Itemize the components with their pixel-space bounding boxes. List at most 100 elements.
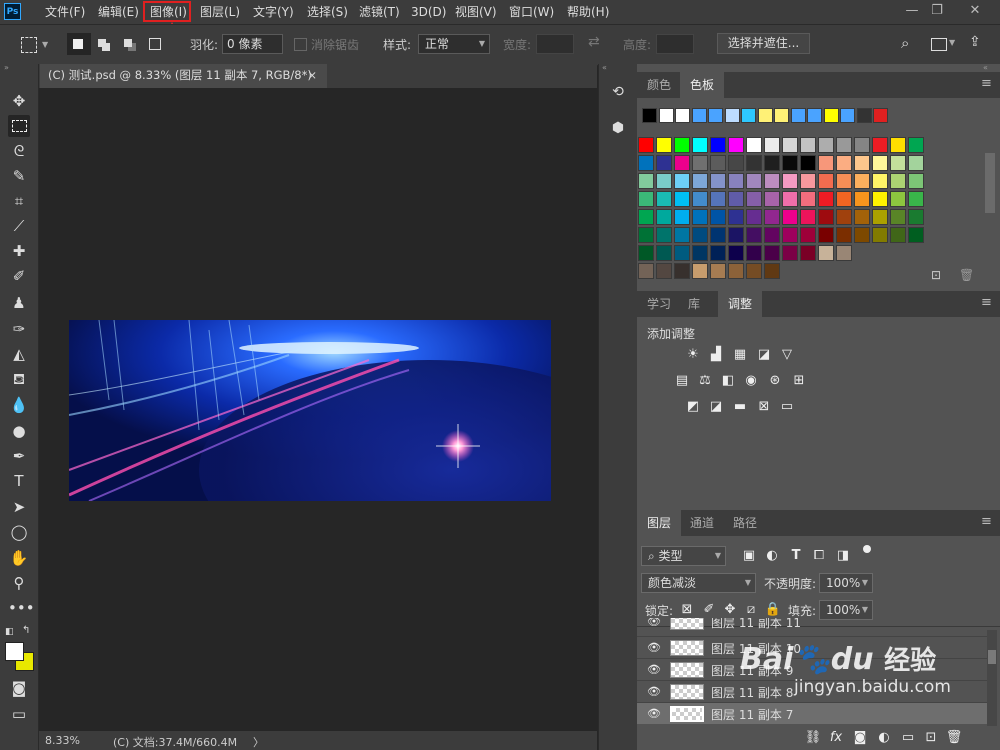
- color-swatch[interactable]: [818, 209, 834, 225]
- color-swatch[interactable]: [674, 191, 690, 207]
- color-swatch[interactable]: [638, 173, 654, 189]
- blend-mode-select[interactable]: 颜色减淡 ▼: [641, 573, 756, 593]
- opacity-input[interactable]: 100% ▼: [819, 573, 873, 593]
- move-tool-icon[interactable]: ✥: [8, 90, 30, 112]
- color-swatch[interactable]: [890, 209, 906, 225]
- height-input[interactable]: [656, 34, 694, 54]
- color-swatch[interactable]: [710, 245, 726, 261]
- filter-toggle-icon[interactable]: [863, 545, 871, 553]
- photo-filter-icon[interactable]: ◉: [742, 373, 760, 389]
- color-swatch[interactable]: [872, 191, 888, 207]
- lock-position-icon[interactable]: ✥: [721, 602, 739, 618]
- add-mask-icon[interactable]: ◙: [851, 730, 869, 746]
- color-swatch[interactable]: [638, 263, 654, 279]
- eye-icon[interactable]: 👁: [647, 663, 661, 677]
- paint-bucket-tool-icon[interactable]: ⛾: [8, 368, 30, 390]
- color-swatch[interactable]: [836, 191, 852, 207]
- tab-adjustments[interactable]: 调整: [718, 291, 763, 317]
- color-swatch[interactable]: [890, 137, 906, 153]
- menu-window[interactable]: 窗口(W): [509, 0, 554, 24]
- recent-swatch[interactable]: [642, 108, 657, 123]
- link-layers-icon[interactable]: ⛓: [804, 730, 822, 746]
- color-swatch[interactable]: [908, 209, 924, 225]
- recent-swatch[interactable]: [790, 108, 806, 123]
- color-swatch[interactable]: [890, 227, 906, 243]
- color-swatch[interactable]: [728, 137, 744, 153]
- default-colors-icon[interactable]: ◧: [5, 627, 14, 637]
- color-swatch[interactable]: [782, 209, 798, 225]
- add-selection-icon[interactable]: [98, 39, 106, 47]
- menu-edit[interactable]: 编辑(E): [98, 0, 139, 24]
- color-swatch[interactable]: [656, 155, 672, 171]
- antialias-checkbox[interactable]: [294, 38, 307, 51]
- collapse-icon[interactable]: «: [602, 63, 607, 72]
- color-swatch[interactable]: [818, 173, 834, 189]
- tab-paths[interactable]: 路径: [723, 510, 767, 536]
- color-swatch[interactable]: [674, 137, 690, 153]
- color-swatch[interactable]: [674, 209, 690, 225]
- color-swatch[interactable]: [908, 227, 924, 243]
- panel-menu-icon[interactable]: ≡: [981, 76, 992, 91]
- select-and-mask-button[interactable]: 选择并遮住...: [717, 33, 810, 54]
- rect-marquee-tool-icon[interactable]: [8, 115, 30, 137]
- new-adjustment-layer-icon[interactable]: ◐: [875, 730, 893, 746]
- lock-all-icon[interactable]: 🔒: [764, 602, 782, 618]
- filter-adjustment-icon[interactable]: ◐: [763, 548, 781, 564]
- new-selection-button[interactable]: [67, 33, 91, 55]
- recent-swatch[interactable]: [675, 108, 690, 123]
- recent-swatch[interactable]: [774, 108, 789, 123]
- eye-icon[interactable]: 👁: [647, 685, 661, 699]
- workspace-icon[interactable]: [931, 38, 947, 51]
- threshold-icon[interactable]: ▬: [731, 399, 749, 415]
- swatches-scrollbar[interactable]: [985, 153, 995, 213]
- collapse-icon[interactable]: »: [4, 63, 9, 72]
- color-swatch[interactable]: [890, 191, 906, 207]
- hand-tool-icon[interactable]: ✋: [8, 547, 30, 569]
- swap-colors-icon[interactable]: ↰: [22, 625, 30, 636]
- color-swatch[interactable]: [800, 245, 816, 261]
- color-swatch[interactable]: [638, 209, 654, 225]
- color-swatch[interactable]: [674, 173, 690, 189]
- color-swatch[interactable]: [746, 245, 762, 261]
- color-swatch[interactable]: [764, 227, 780, 243]
- recent-swatch[interactable]: [708, 108, 723, 123]
- lock-artboard-icon[interactable]: ⧄: [742, 602, 760, 618]
- recent-swatch[interactable]: [691, 108, 707, 123]
- gradient-map-icon[interactable]: ▭: [778, 399, 796, 415]
- color-swatch[interactable]: [764, 245, 780, 261]
- color-swatch[interactable]: [692, 209, 708, 225]
- color-swatch[interactable]: [890, 155, 906, 171]
- menu-filter[interactable]: 滤镜(T): [359, 0, 400, 24]
- color-swatch[interactable]: [764, 155, 780, 171]
- delete-layer-icon[interactable]: 🗑: [945, 730, 963, 746]
- clone-stamp-tool-icon[interactable]: ♟: [8, 292, 30, 314]
- color-swatch[interactable]: [854, 155, 870, 171]
- subtract-selection-icon[interactable]: [124, 39, 132, 47]
- recent-swatch[interactable]: [856, 108, 872, 123]
- color-swatch[interactable]: [800, 155, 816, 171]
- black-white-icon[interactable]: ◧: [719, 373, 737, 389]
- color-swatch[interactable]: [728, 191, 744, 207]
- recent-swatch[interactable]: [840, 108, 855, 123]
- color-swatch[interactable]: [728, 245, 744, 261]
- dodge-tool-icon[interactable]: ●: [8, 420, 30, 442]
- hue-saturation-icon[interactable]: ▤: [673, 373, 691, 389]
- color-swatch[interactable]: [728, 263, 744, 279]
- levels-icon[interactable]: ▟: [707, 347, 725, 363]
- color-swatch[interactable]: [782, 137, 798, 153]
- color-swatch[interactable]: [800, 191, 816, 207]
- color-swatch[interactable]: [890, 173, 906, 189]
- chevron-down-icon[interactable]: ▼: [42, 40, 48, 49]
- color-swatch[interactable]: [818, 137, 834, 153]
- eyedropper-tool-icon[interactable]: ⟋: [8, 215, 30, 237]
- color-swatch[interactable]: [818, 227, 834, 243]
- screen-mode-icon[interactable]: ▭: [8, 703, 30, 725]
- new-group-icon[interactable]: ▭: [899, 730, 917, 746]
- restore-icon[interactable]: ❐: [927, 2, 947, 20]
- color-swatch[interactable]: [728, 209, 744, 225]
- color-swatch[interactable]: [836, 137, 852, 153]
- color-lookup-icon[interactable]: ⊞: [790, 373, 808, 389]
- posterize-icon[interactable]: ◪: [707, 399, 725, 415]
- zoom-tool-icon[interactable]: ⚲: [8, 572, 30, 594]
- recent-swatch[interactable]: [873, 108, 888, 123]
